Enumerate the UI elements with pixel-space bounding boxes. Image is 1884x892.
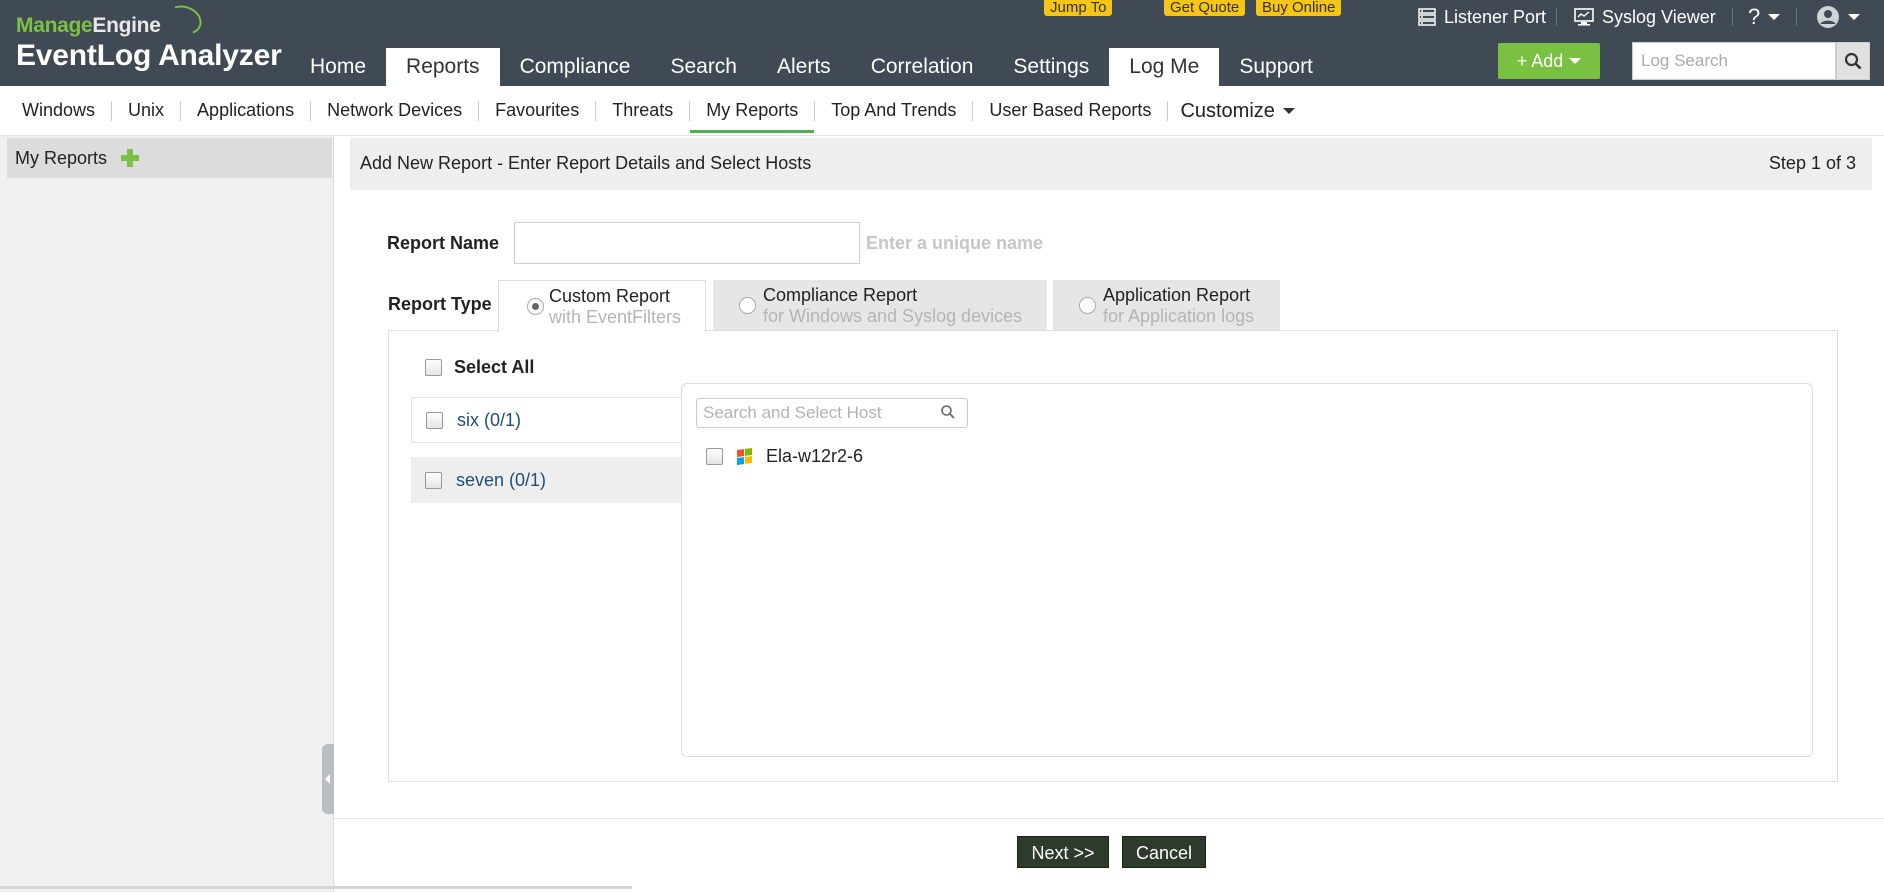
search-icon[interactable] — [940, 404, 956, 420]
host-search-input[interactable] — [696, 398, 968, 428]
brand-company-prefix: Manage — [16, 14, 93, 37]
nav-tab-alerts[interactable]: Alerts — [757, 48, 851, 86]
customize-label: Customize — [1180, 99, 1275, 122]
cancel-button[interactable]: Cancel — [1122, 836, 1206, 868]
nav-tab-home[interactable]: Home — [290, 48, 386, 86]
search-icon — [1844, 52, 1862, 70]
header-divider — [1796, 8, 1797, 26]
report-type-label: Report Type — [388, 294, 492, 314]
subnav-network-devices[interactable]: Network Devices — [311, 95, 478, 127]
subnav-top-and-trends[interactable]: Top And Trends — [815, 95, 972, 127]
sub-nav: Windows Unix Applications Network Device… — [0, 86, 1884, 136]
buy-online-button[interactable]: Buy Online — [1256, 0, 1342, 16]
device-group-item[interactable]: six (0/1) — [411, 397, 685, 443]
nav-tab-reports[interactable]: Reports — [386, 48, 500, 86]
compliance-report-title: Compliance Report — [763, 285, 918, 305]
add-button[interactable]: + Add — [1498, 43, 1600, 79]
footer-divider — [334, 818, 1884, 819]
group-label: seven (0/1) — [456, 469, 547, 490]
syslog-viewer-link[interactable]: Syslog Viewer — [1574, 6, 1716, 28]
monitor-icon — [1574, 8, 1594, 26]
log-search-input[interactable] — [1632, 42, 1836, 80]
group-checkbox[interactable] — [425, 471, 442, 489]
subnav-favourites[interactable]: Favourites — [479, 95, 595, 127]
main-nav: Home Reports Compliance Search Alerts Co… — [290, 48, 1333, 86]
nav-tab-log-me[interactable]: Log Me — [1109, 48, 1220, 86]
listener-port-link[interactable]: Listener Port — [1418, 6, 1546, 28]
group-label: six (0/1) — [457, 409, 522, 430]
chevron-down-icon — [1569, 58, 1582, 64]
server-icon — [1418, 8, 1436, 26]
nav-tab-settings[interactable]: Settings — [993, 48, 1109, 86]
brand-product-name: EventLog Analyzer — [16, 39, 282, 72]
jump-to-button[interactable]: Jump To — [1044, 0, 1113, 16]
custom-report-radio[interactable] — [527, 298, 544, 315]
subnav-user-based-reports[interactable]: User Based Reports — [973, 95, 1167, 127]
brand-logo[interactable]: ManageEngine EventLog Analyzer — [16, 0, 282, 73]
select-all-checkbox[interactable] — [425, 359, 442, 376]
subnav-unix[interactable]: Unix — [112, 95, 180, 127]
customize-menu[interactable]: Customize — [1168, 95, 1310, 127]
report-type-application-tab[interactable]: Application Report for Application logs — [1053, 280, 1280, 330]
left-panel: My Reports — [0, 136, 334, 892]
application-report-title: Application Report — [1103, 285, 1251, 305]
syslog-viewer-label: Syslog Viewer — [1602, 6, 1716, 27]
chevron-down-icon — [1768, 14, 1781, 20]
host-name: Ela-w12r2-6 — [766, 446, 864, 466]
group-checkbox[interactable] — [426, 411, 443, 429]
horizontal-scrollbar[interactable] — [0, 886, 632, 889]
report-type-compliance-tab[interactable]: Compliance Report for Windows and Syslog… — [713, 280, 1047, 330]
collapse-panel-handle[interactable] — [322, 744, 334, 814]
add-button-label: + Add — [1516, 50, 1564, 71]
help-icon: ? — [1748, 4, 1761, 29]
report-name-hint: Enter a unique name — [866, 233, 1044, 253]
nav-tab-compliance[interactable]: Compliance — [500, 48, 651, 86]
report-name-input[interactable] — [514, 222, 860, 264]
subnav-applications[interactable]: Applications — [181, 95, 310, 127]
my-reports-header[interactable]: My Reports — [7, 138, 332, 178]
nav-tab-correlation[interactable]: Correlation — [851, 48, 994, 86]
log-search-button[interactable] — [1836, 42, 1870, 80]
host-selection-panel: Select All six (0/1) seven (0/1) Ela-w12… — [388, 330, 1838, 782]
brand-company-suffix: Engine — [92, 14, 161, 37]
get-quote-button[interactable]: Get Quote — [1164, 0, 1246, 16]
top-header: ManageEngine EventLog Analyzer Jump To G… — [0, 0, 1884, 86]
nav-tab-support[interactable]: Support — [1219, 48, 1333, 86]
hosts-list-box: Ela-w12r2-6 — [681, 383, 1813, 757]
host-checkbox[interactable] — [706, 448, 723, 465]
chevron-down-icon — [1282, 107, 1295, 114]
account-menu[interactable] — [1816, 6, 1860, 28]
subnav-threats[interactable]: Threats — [596, 95, 689, 127]
help-menu[interactable]: ? — [1748, 4, 1781, 29]
subnav-my-reports[interactable]: My Reports — [690, 89, 815, 133]
header-divider — [1732, 8, 1733, 26]
custom-report-title: Custom Report — [549, 286, 671, 306]
windows-icon — [737, 447, 752, 466]
header-divider — [1556, 8, 1557, 26]
host-list-item[interactable]: Ela-w12r2-6 — [706, 446, 863, 467]
custom-report-subtitle: with EventFilters — [549, 307, 682, 327]
form-title: Add New Report - Enter Report Details an… — [360, 153, 812, 173]
subnav-windows[interactable]: Windows — [6, 95, 111, 127]
report-name-label: Report Name — [387, 233, 500, 253]
chevron-down-icon — [1848, 14, 1860, 20]
report-type-custom-tab[interactable]: Custom Report with EventFilters — [498, 280, 706, 332]
device-group-item[interactable]: seven (0/1) — [411, 457, 685, 503]
next-button[interactable]: Next >> — [1017, 836, 1109, 868]
select-all-label: Select All — [454, 357, 535, 377]
form-title-bar: Add New Report - Enter Report Details an… — [350, 138, 1872, 190]
compliance-report-subtitle: for Windows and Syslog devices — [763, 306, 1023, 326]
listener-port-label: Listener Port — [1444, 6, 1547, 27]
user-icon — [1817, 6, 1839, 28]
step-indicator: Step 1 of 3 — [1768, 153, 1856, 173]
select-all-row[interactable]: Select All — [425, 357, 534, 378]
application-report-radio[interactable] — [1079, 297, 1096, 314]
add-report-icon[interactable] — [121, 149, 140, 167]
application-report-subtitle: for Application logs — [1103, 306, 1255, 326]
nav-tab-search[interactable]: Search — [650, 48, 757, 86]
compliance-report-radio[interactable] — [739, 297, 756, 314]
my-reports-label: My Reports — [15, 147, 108, 168]
